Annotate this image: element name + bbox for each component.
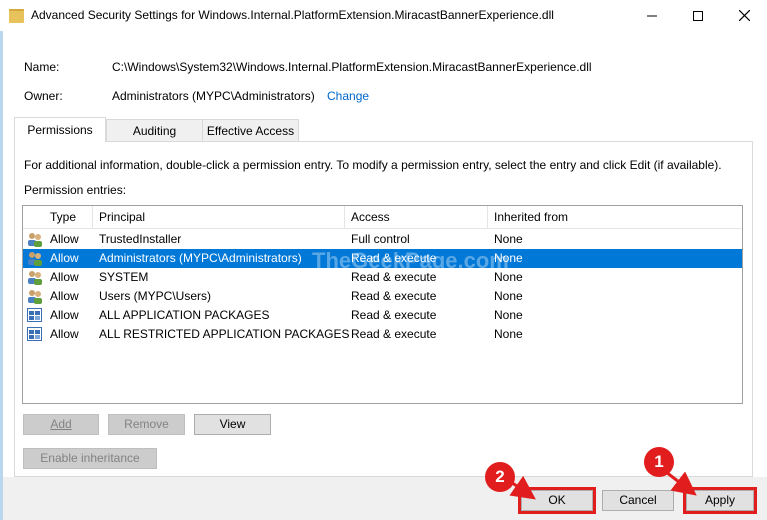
annotation-badge-1: 1: [644, 447, 674, 477]
arrow-to-apply: [665, 470, 697, 496]
annotation-arrows: [509, 470, 697, 500]
arrow-to-ok: [509, 475, 536, 500]
tab-permissions[interactable]: Permissions: [14, 117, 106, 142]
annotation-badge-2: 2: [485, 462, 515, 492]
